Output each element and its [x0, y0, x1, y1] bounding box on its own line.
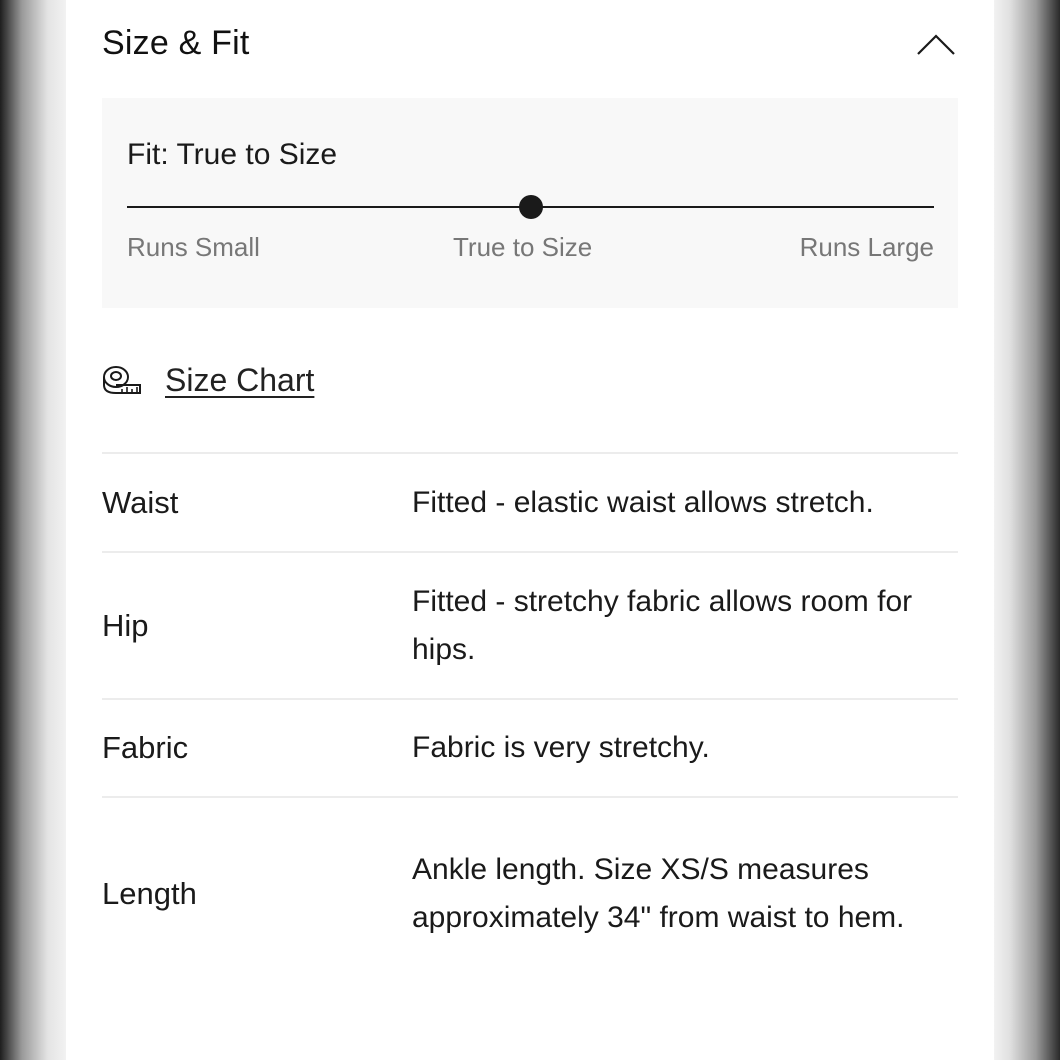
spec-row-hip: Hip Fitted - stretchy fabric allows room…: [102, 551, 958, 698]
spec-label: Fabric: [102, 730, 189, 765]
fit-label-runs-large: Runs Large: [799, 232, 934, 262]
size-chart-label[interactable]: Size Chart: [165, 362, 314, 399]
spec-label: Length: [102, 876, 197, 911]
section-title: Size & Fit: [102, 24, 250, 62]
spec-table: Waist Fitted - elastic waist allows stre…: [102, 452, 958, 990]
fit-label-runs-small: Runs Small: [127, 232, 260, 262]
spec-value: Fabric is very stretchy.: [412, 731, 710, 764]
size-fit-panel: Size & Fit Fit: True to Size Runs Small …: [66, 0, 994, 1060]
size-chart-link[interactable]: Size Chart: [102, 358, 314, 402]
spec-value: Ankle length. Size XS/S measures approxi…: [412, 853, 905, 934]
spec-row-length: Length Ankle length. Size XS/S measures …: [102, 796, 958, 990]
spec-value: Fitted - stretchy fabric allows room for…: [412, 584, 913, 666]
fit-label-true-to-size: True to Size: [453, 232, 593, 262]
fit-scale-box: Fit: True to Size Runs Small True to Siz…: [102, 98, 958, 308]
spec-label: Hip: [102, 607, 149, 643]
spec-value: Fitted - elastic waist allows stretch.: [412, 485, 874, 519]
spec-row-waist: Waist Fitted - elastic waist allows stre…: [102, 452, 958, 551]
fit-title: Fit: True to Size: [127, 138, 338, 171]
spec-row-fabric: Fabric Fabric is very stretchy.: [102, 698, 958, 796]
tape-measure-icon: [103, 366, 141, 394]
chevron-up-icon[interactable]: [914, 28, 958, 62]
spec-label: Waist: [102, 484, 179, 520]
size-fit-header[interactable]: Size & Fit: [102, 22, 958, 72]
fit-indicator-dot: [518, 195, 543, 219]
